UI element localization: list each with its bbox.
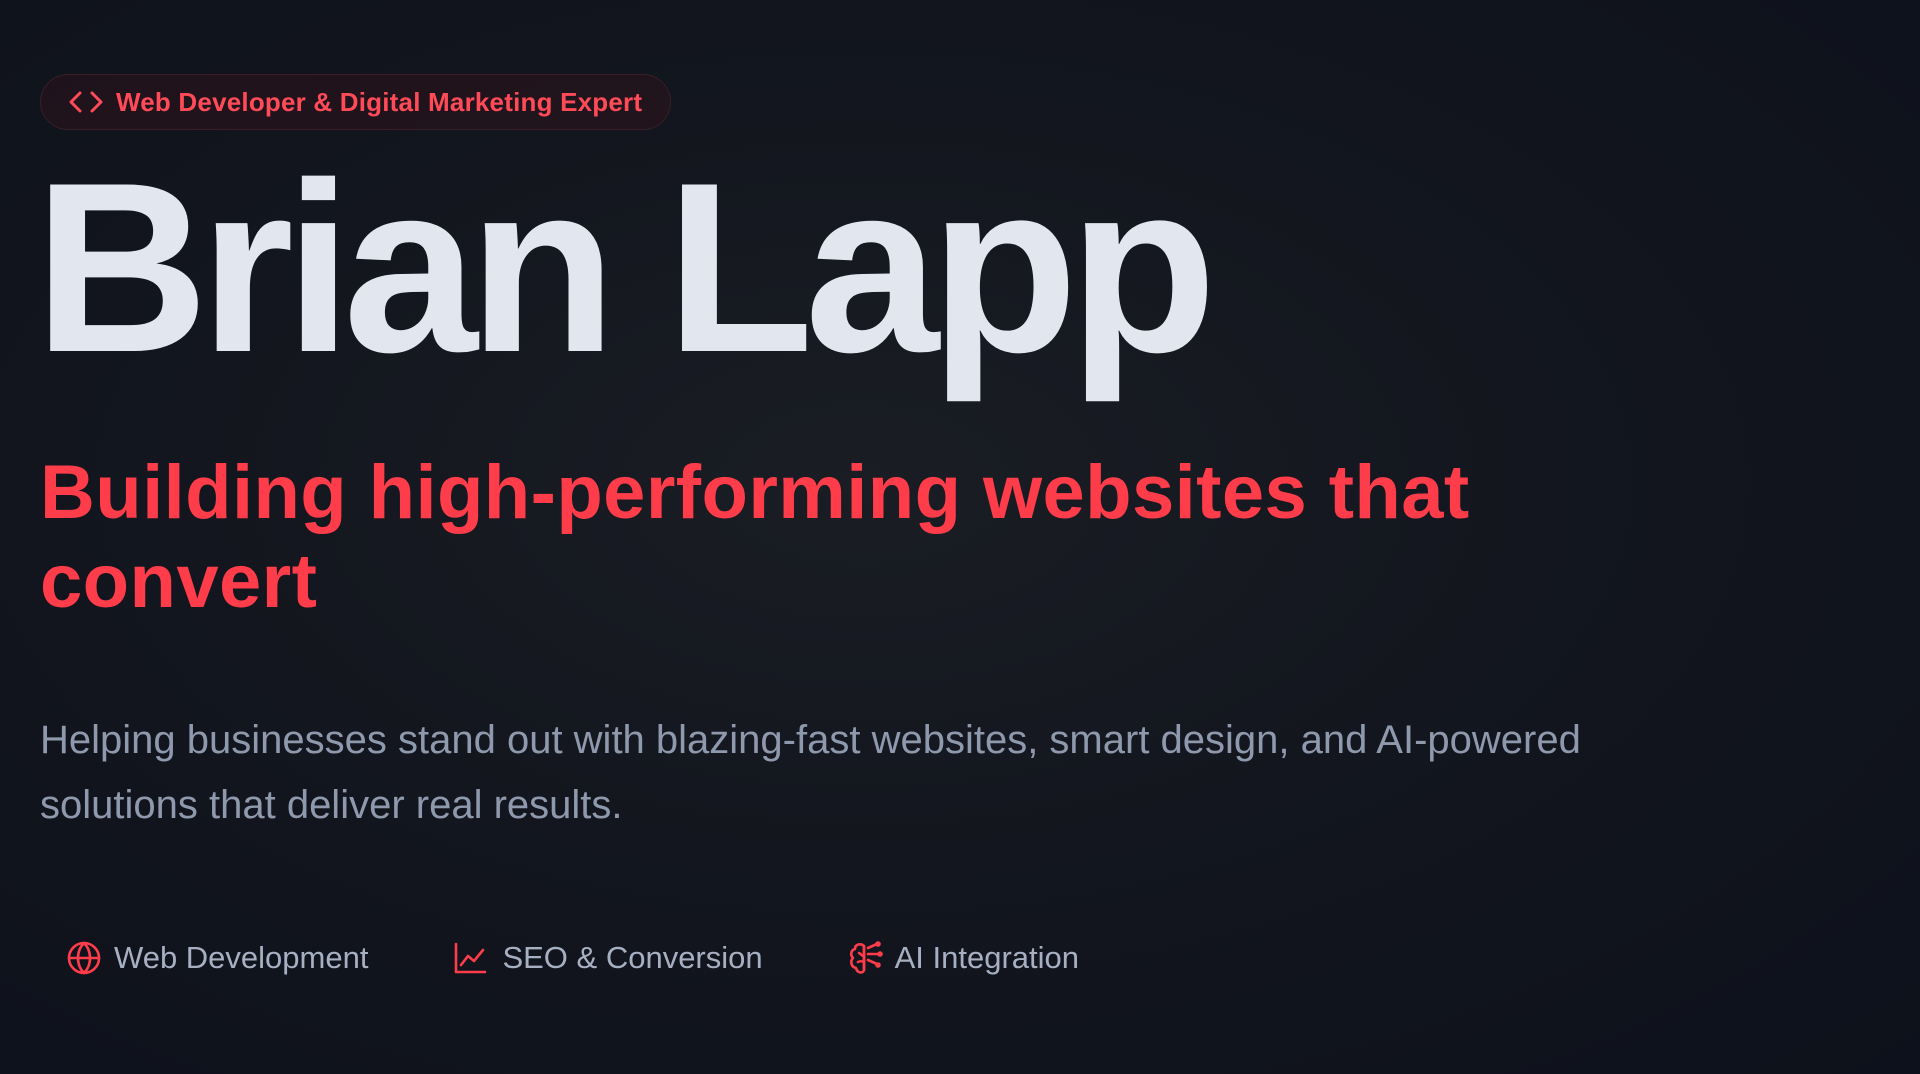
- line-chart-icon: [452, 940, 488, 976]
- service-item-seo-conversion: SEO & Conversion: [452, 940, 763, 976]
- service-label: AI Integration: [894, 940, 1080, 975]
- brain-icon: [847, 940, 883, 976]
- service-label: SEO & Conversion: [502, 940, 763, 975]
- code-brackets-icon: [68, 89, 104, 115]
- service-label: Web Development: [114, 940, 369, 975]
- hero-description: Helping businesses stand out with blazin…: [40, 718, 1581, 827]
- role-badge-label: Web Developer & Digital Marketing Expert: [116, 86, 643, 117]
- hero-tagline: Building high-performing websites that c…: [40, 450, 1470, 624]
- hero-section: Web Developer & Digital Marketing Expert…: [34, 74, 1840, 838]
- role-badge: Web Developer & Digital Marketing Expert: [40, 74, 672, 130]
- service-item-web-development: Web Development: [66, 940, 368, 976]
- hero-name: Brian Lapp: [34, 133, 1217, 403]
- services-list: Web Development SEO & Conversion AI Inte…: [66, 940, 1163, 976]
- globe-icon: [66, 940, 102, 976]
- service-item-ai-integration: AI Integration: [847, 940, 1079, 976]
